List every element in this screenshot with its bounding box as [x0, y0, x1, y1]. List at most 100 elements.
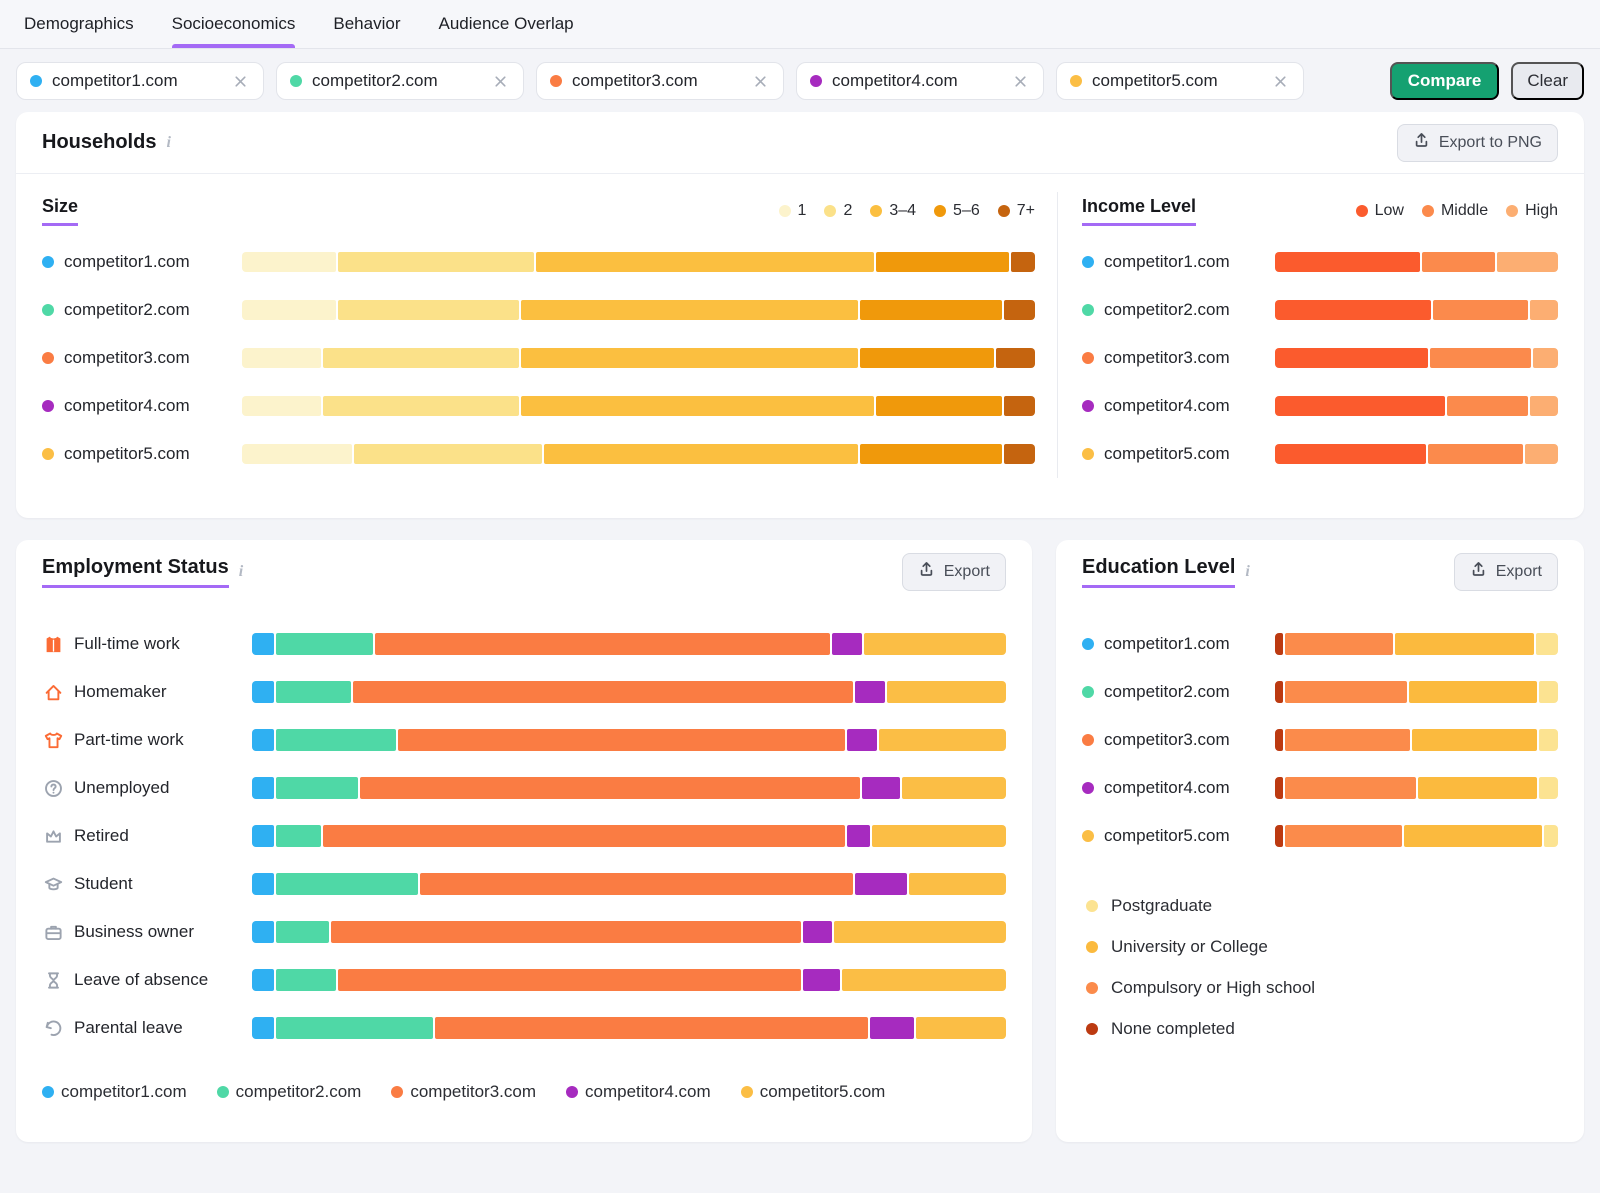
bar-segment[interactable] [242, 348, 321, 368]
bar-segment[interactable] [887, 681, 1006, 703]
bar-segment[interactable] [842, 969, 1006, 991]
competitor-chip-competitor5-com[interactable]: competitor5.com [1056, 62, 1304, 100]
bar-segment[interactable] [1430, 348, 1530, 368]
bar-segment[interactable] [252, 921, 274, 943]
bar-segment[interactable] [1433, 300, 1528, 320]
bar-segment[interactable] [242, 444, 352, 464]
bar-segment[interactable] [1395, 633, 1534, 655]
bar-segment[interactable] [338, 252, 534, 272]
bar-segment[interactable] [855, 681, 885, 703]
bar-segment[interactable] [1004, 444, 1035, 464]
close-icon[interactable] [231, 72, 250, 91]
bar-segment[interactable] [864, 633, 1006, 655]
bar-segment[interactable] [1275, 825, 1283, 847]
bar-segment[interactable] [1275, 681, 1283, 703]
bar-segment[interactable] [1275, 729, 1283, 751]
bar-segment[interactable] [1539, 681, 1558, 703]
bar-segment[interactable] [521, 348, 859, 368]
bar-segment[interactable] [879, 729, 1006, 751]
bar-segment[interactable] [338, 969, 801, 991]
bar-segment[interactable] [276, 873, 418, 895]
education-level-title[interactable]: Education Level [1082, 556, 1235, 588]
size-title[interactable]: Size [42, 196, 78, 226]
bar-segment[interactable] [1285, 681, 1407, 703]
bar-segment[interactable] [876, 252, 1009, 272]
bar-segment[interactable] [1539, 729, 1558, 751]
bar-segment[interactable] [1447, 396, 1528, 416]
bar-segment[interactable] [276, 681, 351, 703]
bar-segment[interactable] [860, 348, 993, 368]
bar-segment[interactable] [1285, 729, 1410, 751]
tab-audience-overlap[interactable]: Audience Overlap [439, 0, 574, 48]
competitor-chip-competitor2-com[interactable]: competitor2.com [276, 62, 524, 100]
bar-segment[interactable] [1275, 396, 1445, 416]
bar-segment[interactable] [252, 681, 274, 703]
bar-segment[interactable] [353, 681, 853, 703]
bar-segment[interactable] [870, 1017, 915, 1039]
bar-segment[interactable] [876, 396, 1002, 416]
bar-segment[interactable] [1275, 348, 1428, 368]
bar-segment[interactable] [1530, 300, 1558, 320]
close-icon[interactable] [1271, 72, 1290, 91]
close-icon[interactable] [491, 72, 510, 91]
bar-segment[interactable] [521, 396, 874, 416]
employment-status-title[interactable]: Employment Status [42, 556, 229, 588]
bar-segment[interactable] [323, 825, 845, 847]
bar-segment[interactable] [420, 873, 853, 895]
tab-behavior[interactable]: Behavior [333, 0, 400, 48]
bar-segment[interactable] [834, 921, 1006, 943]
bar-segment[interactable] [276, 921, 328, 943]
bar-segment[interactable] [252, 825, 274, 847]
bar-segment[interactable] [1536, 633, 1558, 655]
bar-segment[interactable] [803, 921, 833, 943]
bar-segment[interactable] [242, 300, 336, 320]
bar-segment[interactable] [855, 873, 907, 895]
bar-segment[interactable] [1004, 300, 1035, 320]
bar-segment[interactable] [435, 1017, 868, 1039]
bar-segment[interactable] [1533, 348, 1558, 368]
bar-segment[interactable] [323, 396, 519, 416]
bar-segment[interactable] [252, 969, 274, 991]
bar-segment[interactable] [252, 777, 274, 799]
competitor-chip-competitor3-com[interactable]: competitor3.com [536, 62, 784, 100]
employment-export-button[interactable]: Export [902, 553, 1006, 591]
tab-socioeconomics[interactable]: Socioeconomics [172, 0, 296, 48]
tab-demographics[interactable]: Demographics [24, 0, 134, 48]
bar-segment[interactable] [276, 825, 321, 847]
education-export-button[interactable]: Export [1454, 553, 1558, 591]
bar-segment[interactable] [242, 396, 321, 416]
income-level-title[interactable]: Income Level [1082, 196, 1196, 226]
bar-segment[interactable] [1275, 444, 1426, 464]
bar-segment[interactable] [1004, 396, 1035, 416]
bar-segment[interactable] [354, 444, 542, 464]
bar-segment[interactable] [1530, 396, 1558, 416]
bar-segment[interactable] [1285, 777, 1415, 799]
bar-segment[interactable] [1497, 252, 1558, 272]
bar-segment[interactable] [847, 825, 869, 847]
bar-segment[interactable] [338, 300, 519, 320]
bar-segment[interactable] [872, 825, 1006, 847]
bar-segment[interactable] [832, 633, 862, 655]
bar-segment[interactable] [803, 969, 840, 991]
bar-segment[interactable] [252, 633, 274, 655]
bar-segment[interactable] [1409, 681, 1536, 703]
bar-segment[interactable] [1011, 252, 1035, 272]
bar-segment[interactable] [1275, 777, 1283, 799]
close-icon[interactable] [751, 72, 770, 91]
bar-segment[interactable] [1275, 633, 1283, 655]
bar-segment[interactable] [847, 729, 877, 751]
bar-segment[interactable] [331, 921, 801, 943]
bar-segment[interactable] [1418, 777, 1537, 799]
close-icon[interactable] [1011, 72, 1030, 91]
bar-segment[interactable] [276, 633, 373, 655]
bar-segment[interactable] [909, 873, 1006, 895]
bar-segment[interactable] [276, 729, 395, 751]
bar-segment[interactable] [544, 444, 858, 464]
bar-segment[interactable] [252, 1017, 274, 1039]
bar-segment[interactable] [1412, 729, 1537, 751]
bar-segment[interactable] [398, 729, 846, 751]
bar-segment[interactable] [521, 300, 859, 320]
bar-segment[interactable] [375, 633, 830, 655]
bar-segment[interactable] [996, 348, 1035, 368]
bar-segment[interactable] [902, 777, 1006, 799]
